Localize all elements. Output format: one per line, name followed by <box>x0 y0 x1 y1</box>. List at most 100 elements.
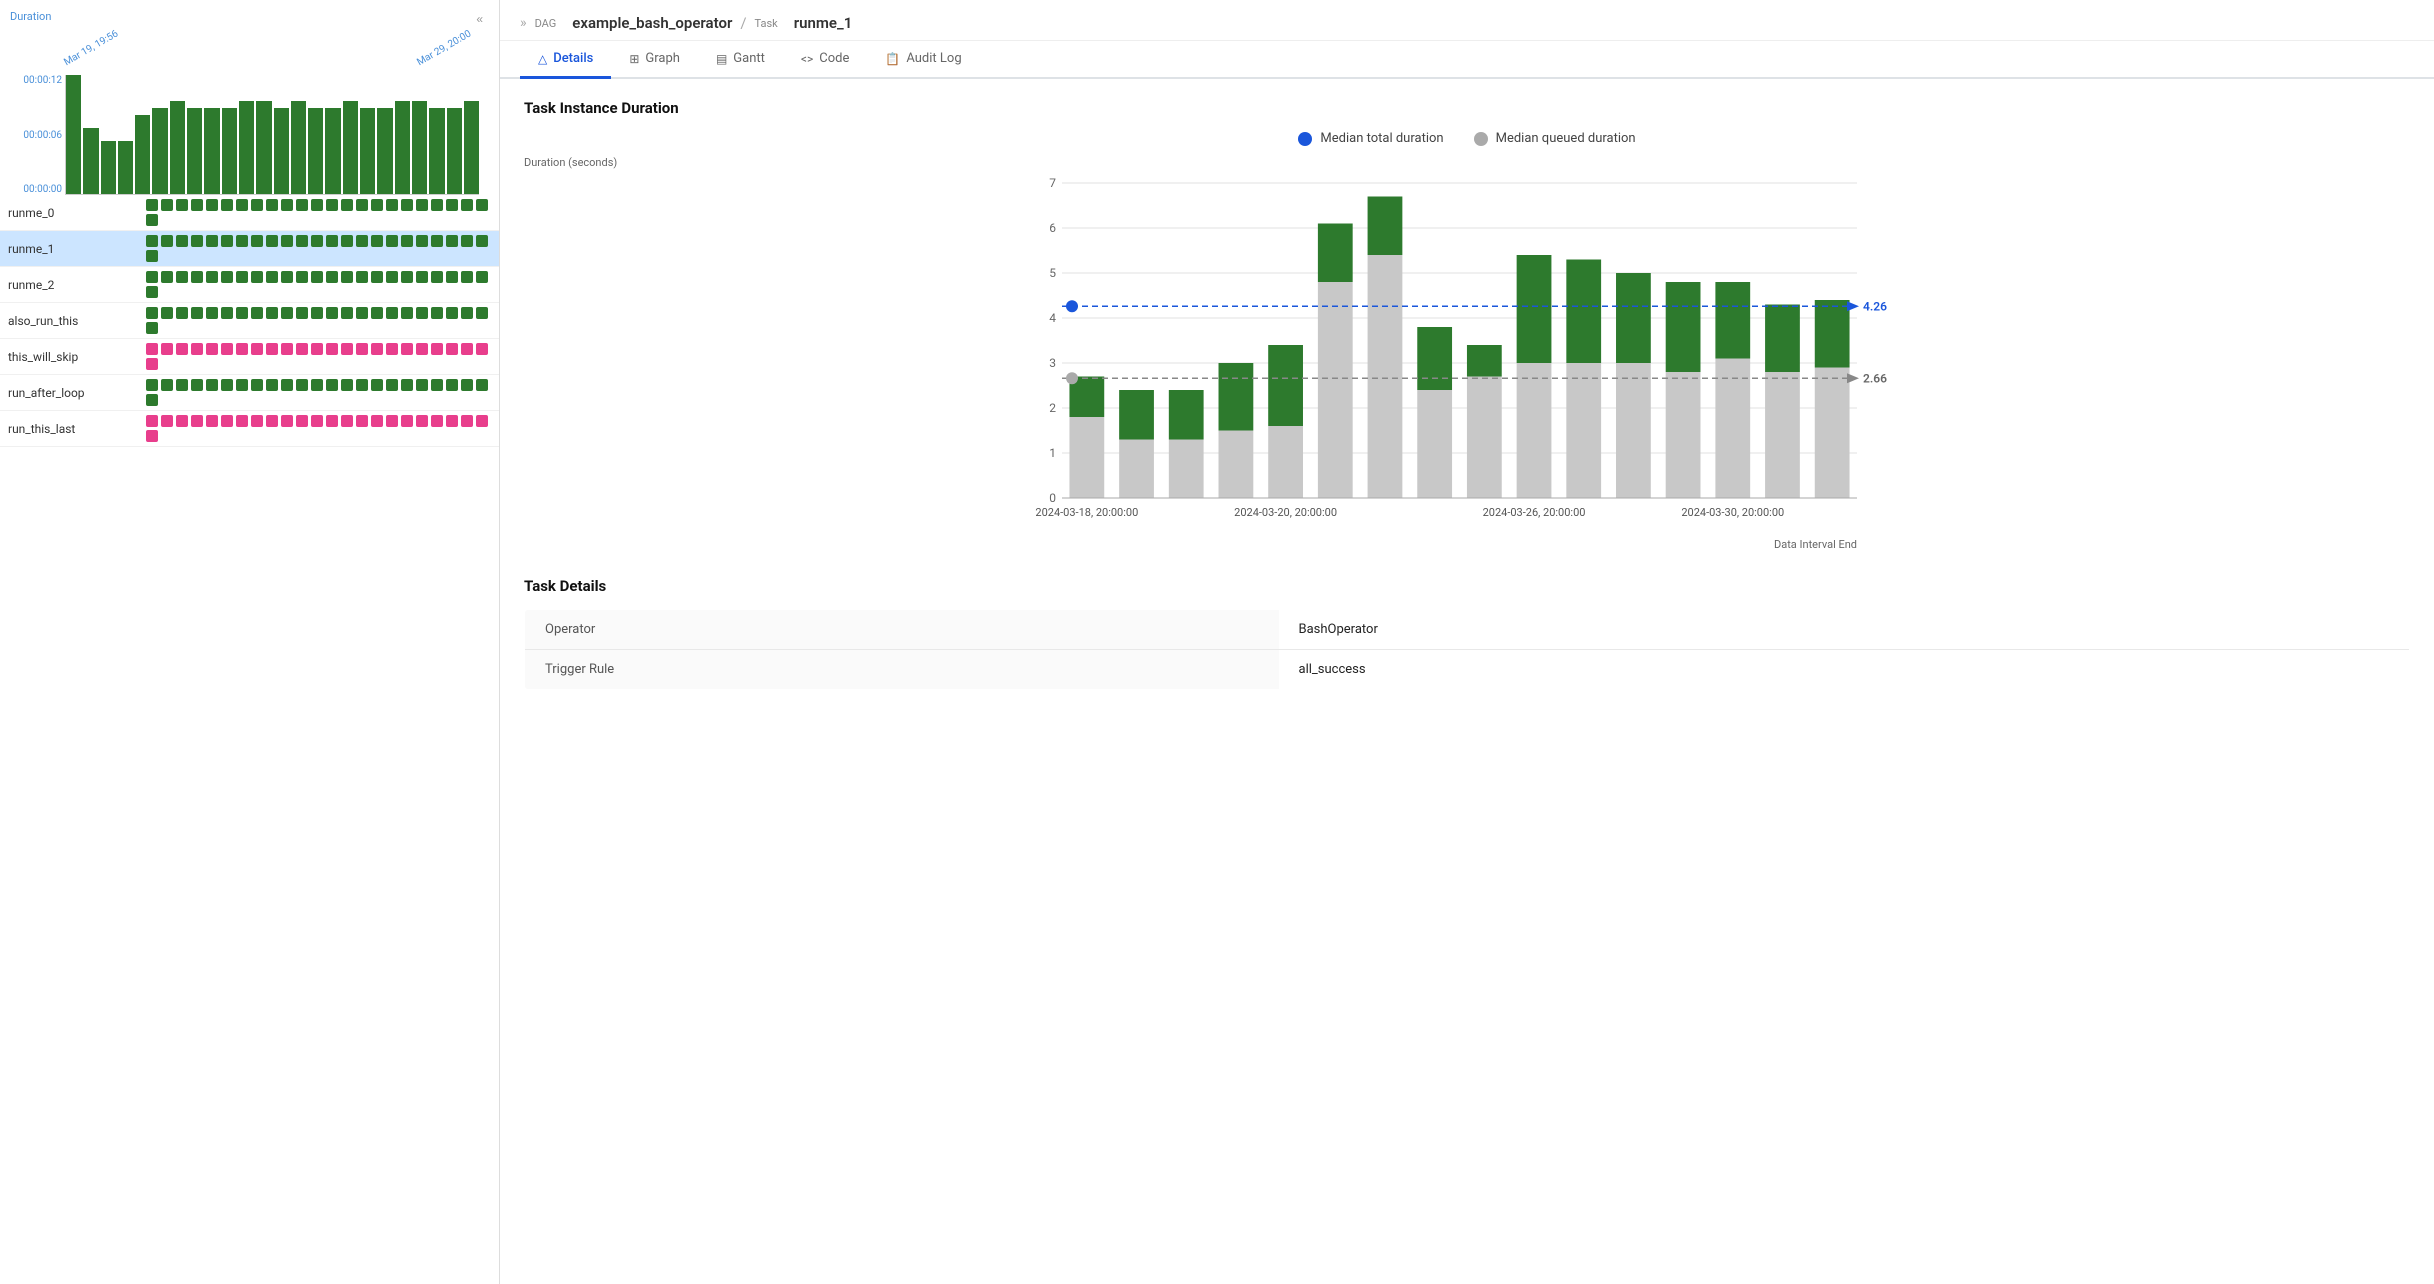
task-status-dot <box>326 307 338 319</box>
task-dots <box>146 343 491 370</box>
task-status-dot <box>401 199 413 211</box>
task-status-dot <box>431 235 443 247</box>
task-status-dot <box>296 379 308 391</box>
task-status-dot <box>176 379 188 391</box>
task-status-dot <box>461 343 473 355</box>
bar-total <box>1169 390 1204 440</box>
task-status-dot <box>146 286 158 298</box>
duration-bar <box>66 75 81 194</box>
task-status-dot <box>476 415 488 427</box>
tab-graph-label: Graph <box>645 51 680 66</box>
task-status-dot <box>146 358 158 370</box>
task-status-dot <box>251 307 263 319</box>
details-label: Trigger Rule <box>525 650 1279 690</box>
task-status-dot <box>446 307 458 319</box>
task-dots <box>146 271 491 298</box>
task-status-dot <box>191 415 203 427</box>
task-status-dot <box>176 415 188 427</box>
task-status-dot <box>341 271 353 283</box>
tab-graph-icon: ⊞ <box>629 52 639 66</box>
task-status-dot <box>311 343 323 355</box>
tab-auditlog[interactable]: 📋Audit Log <box>867 41 979 79</box>
task-status-dot <box>356 271 368 283</box>
task-status-dot <box>341 307 353 319</box>
task-status-dot <box>146 250 158 262</box>
bar-total <box>1566 260 1601 364</box>
task-status-dot <box>401 271 413 283</box>
task-status-dot <box>206 235 218 247</box>
task-name-label: run_this_last <box>8 422 138 436</box>
task-row[interactable]: this_will_skip <box>0 339 499 375</box>
task-status-dot <box>191 307 203 319</box>
task-status-dot <box>221 235 233 247</box>
breadcrumb-task-name[interactable]: runme_1 <box>794 14 853 32</box>
task-row[interactable]: runme_1 <box>0 231 499 267</box>
task-status-dot <box>356 199 368 211</box>
task-status-dot <box>251 199 263 211</box>
tabs-bar: △Details ⊞ Graph ▤Gantt<>Code📋Audit Log <box>500 41 2434 79</box>
svg-text:4.26: 4.26 <box>1863 299 1887 313</box>
svg-text:5: 5 <box>1049 266 1056 280</box>
task-row[interactable]: runme_2 <box>0 267 499 303</box>
task-status-dot <box>266 271 278 283</box>
task-status-dot <box>266 379 278 391</box>
collapse-button[interactable]: « <box>470 10 489 28</box>
chart-legend: Median total duration Median queued dura… <box>524 131 2410 146</box>
tab-code[interactable]: <>Code <box>783 41 867 79</box>
task-status-dot <box>236 235 248 247</box>
task-status-dot <box>446 415 458 427</box>
tab-details[interactable]: △Details <box>520 41 611 79</box>
task-row[interactable]: runme_0 <box>0 195 499 231</box>
task-status-dot <box>251 415 263 427</box>
duration-bar <box>239 101 254 194</box>
tab-gantt[interactable]: ▤Gantt <box>698 41 783 79</box>
task-name-label: also_run_this <box>8 314 138 328</box>
bar-queued <box>1368 255 1403 498</box>
tab-details-icon: △ <box>538 52 547 66</box>
task-status-dot <box>236 199 248 211</box>
tab-graph[interactable]: ⊞ Graph <box>611 41 698 79</box>
bar-queued <box>1318 282 1353 498</box>
task-row[interactable]: run_after_loop <box>0 375 499 411</box>
task-dots <box>146 415 491 442</box>
task-status-dot <box>371 235 383 247</box>
bar-queued <box>1119 440 1154 499</box>
task-status-dot <box>371 379 383 391</box>
task-dots <box>146 235 491 262</box>
task-status-dot <box>296 343 308 355</box>
task-status-dot <box>326 235 338 247</box>
task-status-dot <box>461 271 473 283</box>
task-status-dot <box>326 343 338 355</box>
task-status-dot <box>206 199 218 211</box>
svg-text:0: 0 <box>1049 491 1056 505</box>
breadcrumb-separator: / <box>740 14 746 32</box>
task-dots <box>146 379 491 406</box>
details-label: Operator <box>525 610 1279 650</box>
task-status-dot <box>146 415 158 427</box>
task-status-dot <box>431 379 443 391</box>
task-status-dot <box>401 235 413 247</box>
task-status-dot <box>341 199 353 211</box>
breadcrumb-dag-name[interactable]: example_bash_operator <box>572 14 732 32</box>
task-status-dot <box>251 343 263 355</box>
chart-section-title: Task Instance Duration <box>524 99 2410 117</box>
duration-bar <box>83 128 98 194</box>
task-row[interactable]: run_this_last <box>0 411 499 447</box>
legend-total: Median total duration <box>1298 131 1443 146</box>
task-status-dot <box>266 415 278 427</box>
bar-total <box>1318 224 1353 283</box>
duration-bar <box>222 108 237 194</box>
svg-text:2024-03-26, 20:00:00: 2024-03-26, 20:00:00 <box>1483 506 1586 519</box>
tab-auditlog-icon: 📋 <box>885 52 900 66</box>
chart-svg-container: 012345672024-03-18, 20:00:002024-03-20, … <box>524 173 2410 553</box>
bar-total <box>1715 282 1750 359</box>
duration-bars <box>65 75 479 195</box>
svg-text:Data Interval End: Data Interval End <box>1774 538 1857 551</box>
task-status-dot <box>401 379 413 391</box>
task-row[interactable]: also_run_this <box>0 303 499 339</box>
duration-bar <box>204 108 219 194</box>
task-status-dot <box>146 394 158 406</box>
task-status-dot <box>146 430 158 442</box>
task-list: runme_0runme_1runme_2 also_run_this this_w… <box>0 195 499 1284</box>
task-dots <box>146 307 491 334</box>
